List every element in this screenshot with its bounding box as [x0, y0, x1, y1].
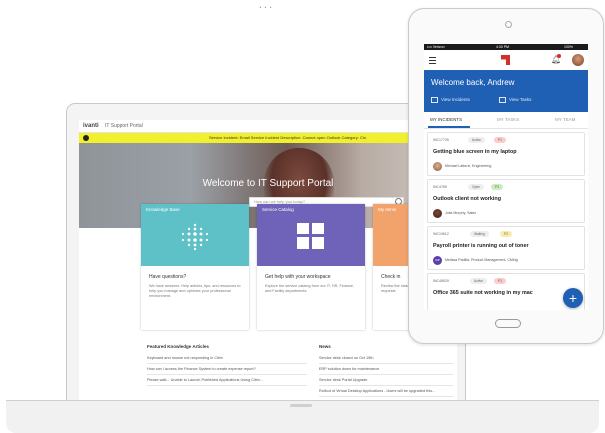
incident-title: Getting blue screen in my laptop	[433, 149, 517, 155]
tile-description: We have answers. Help articles, tips, an…	[149, 284, 241, 298]
status-badge: Waiting	[470, 231, 489, 237]
incident-card[interactable]: INC4765 Open P3 Outlook client not worki…	[427, 179, 585, 223]
hero-title: Welcome to IT Support Portal	[202, 178, 334, 189]
incident-card[interactable]: INC46529 Active P1 Office 365 suite not …	[427, 273, 585, 310]
incidents-icon	[431, 97, 438, 103]
tile-heading: Check in	[381, 274, 401, 280]
tile-header: Knowledge Base	[141, 204, 249, 266]
incident-id: INC46529	[433, 279, 449, 283]
phone-camera	[505, 21, 512, 28]
phone-screen: •••• Verizon 4:30 PM 100% 🔔︎ Welcome bac…	[424, 44, 588, 310]
alert-icon	[83, 135, 89, 141]
alert-banner[interactable]: Service Incident: Email Service Incident…	[79, 133, 457, 143]
incident-id: INC19612	[433, 232, 449, 236]
priority-badge: P1	[494, 137, 507, 143]
incident-card[interactable]: INC17705 Active P1 Getting blue screen i…	[427, 132, 585, 176]
incident-title: Outlook client not working	[433, 196, 501, 202]
laptop-camera: • • •	[259, 5, 273, 11]
notification-badge	[557, 54, 561, 58]
add-button[interactable]: +	[563, 288, 583, 308]
phone-home-button[interactable]	[495, 319, 521, 328]
tab-bar: MY INCIDENTS MY TASKS MY TEAM	[424, 112, 588, 129]
tasks-icon	[499, 97, 506, 103]
laptop-screen: ivanti IT Support Portal Service Inciden…	[79, 120, 457, 410]
avatar: MP	[433, 256, 442, 265]
news-panel: News Service desk closed on Oct 15th ERP…	[319, 344, 453, 397]
dot-grid-icon	[181, 223, 209, 251]
status-badge: Active	[470, 278, 487, 284]
news-link[interactable]: Service desk closed on Oct 15th	[319, 353, 453, 364]
tile-header: Service Catalog	[257, 204, 365, 266]
status-badge: Active	[468, 137, 485, 143]
priority-badge: P3	[491, 184, 504, 190]
welcome-text: Welcome back, Andrew	[431, 78, 515, 87]
grid-squares-icon	[297, 223, 324, 249]
view-incidents-label: View Incidents	[441, 97, 470, 103]
avatar	[433, 162, 442, 171]
article-link[interactable]: Keyboard and mouse not responding in Cit…	[147, 353, 307, 364]
view-tasks-button[interactable]: View Tasks	[499, 97, 531, 103]
tab-my-tasks[interactable]: MY TASKS	[497, 112, 519, 128]
article-link[interactable]: Please wait... Unable to Launch Publishe…	[147, 375, 307, 386]
article-link[interactable]: How can I access the Finance System to c…	[147, 364, 307, 375]
incident-title: Office 365 suite not working in my mac	[433, 290, 533, 296]
news-link[interactable]: Rollout of Virtual Desktop Applications …	[319, 386, 453, 397]
app-bar: 🔔︎	[424, 50, 588, 71]
active-tab-indicator	[428, 126, 470, 128]
tile-description: Explore the service catalog from our IT,…	[265, 284, 355, 293]
incident-person: Julia Murphy, Sales	[445, 211, 477, 215]
tile-service-catalog[interactable]: Service Catalog Get help with your works…	[257, 204, 365, 330]
news-link[interactable]: Service desk Portal Upgrade	[319, 375, 453, 386]
avatar	[433, 209, 442, 218]
laptop-notch	[290, 404, 312, 407]
avatar[interactable]	[572, 54, 584, 66]
welcome-panel: Welcome back, Andrew View Incidents View…	[424, 70, 588, 112]
news-link[interactable]: ERP solution down for maintenance	[319, 364, 453, 375]
portal-header: ivanti IT Support Portal	[79, 120, 457, 133]
view-tasks-label: View Tasks	[509, 97, 532, 103]
tile-label: Knowledge Base	[146, 207, 180, 212]
portal-title: IT Support Portal	[105, 123, 143, 129]
tile-label: My Items	[378, 207, 397, 212]
menu-icon[interactable]	[429, 57, 436, 64]
status-badge: Open	[468, 184, 485, 190]
portal-logo[interactable]: ivanti	[83, 120, 99, 132]
tile-heading: Have questions?	[149, 274, 187, 280]
view-incidents-button[interactable]: View Incidents	[431, 97, 470, 103]
incident-person: Melissa Padilla, Product Management, CMk…	[445, 258, 518, 262]
priority-badge: P1	[494, 278, 507, 284]
tile-heading: Get help with your workspace	[265, 274, 331, 280]
incident-title: Payroll printer is running out of toner	[433, 243, 529, 249]
tile-label: Service Catalog	[262, 207, 294, 212]
priority-badge: P2	[500, 231, 513, 237]
incident-card[interactable]: INC19612 Waiting P2 Payroll printer is r…	[427, 226, 585, 270]
tile-knowledge-base[interactable]: Knowledge Base Have questions? We have a…	[141, 204, 249, 330]
incident-id: INC17705	[433, 138, 449, 142]
featured-articles: Featured Knowledge Articles Keyboard and…	[147, 344, 307, 386]
incident-person: Michael Latterzi, Engineering	[445, 164, 492, 168]
incident-id: INC4765	[433, 185, 447, 189]
brand-logo-icon	[501, 55, 510, 65]
tab-my-team[interactable]: MY TEAM	[555, 112, 575, 128]
